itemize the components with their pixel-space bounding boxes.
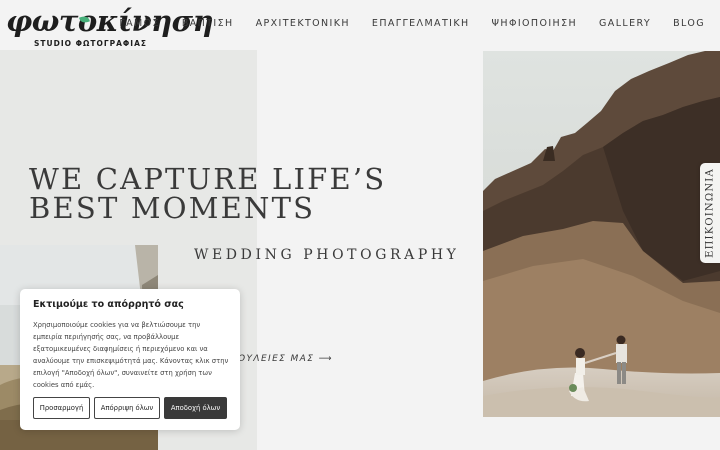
cookie-title: Εκτιμούμε το απόρρητό σας (33, 299, 184, 310)
hero-title-line-2: BEST MOMENTS (29, 191, 316, 225)
cookie-text: Χρησιμοποιούμε cookies για να βελτιώσουμ… (33, 321, 229, 389)
nav-item-psifiopoiisi[interactable]: ΨΗΦΙΟΠΟΙΗΣΗ (492, 18, 578, 29)
main-nav: ΓΑΜΟΣ ΒΑΠΤΙΣΗ ΑΡΧΙΤΕΚΤΟΝΙΚΗ ΕΠΑΓΓΕΛΜΑΤΙΚ… (97, 18, 705, 29)
cookie-customize-button[interactable]: Προσαρμογή (33, 397, 90, 419)
nav-item-gamos[interactable]: ΓΑΜΟΣ (119, 18, 159, 29)
logo-subtitle: STUDIO ΦΩΤΟΓΡΑΦΙΑΣ (34, 39, 148, 48)
hero-subtitle: WEDDING PHOTOGRAPHY (194, 247, 460, 263)
contact-tab[interactable]: ΕΠΙΚΟΙΝΩΝΙΑ (700, 163, 720, 263)
nav-item-blog[interactable]: BLOG (673, 18, 705, 29)
cookie-buttons: Προσαρμογή Απόρριψη όλων Αποδοχή όλων (33, 397, 227, 419)
hero-title-line-1: WE CAPTURE LIFE’S (29, 162, 387, 196)
nav-item-vaptisi[interactable]: ΒΑΠΤΙΣΗ (182, 18, 234, 29)
cookie-accept-button[interactable]: Αποδοχή όλων (164, 397, 227, 419)
cookie-consent-dialog: Εκτιμούμε το απόρρητό σας Χρησιμοποιούμε… (20, 289, 240, 430)
contact-tab-label: ΕΠΙΚΟΙΝΩΝΙΑ (704, 168, 716, 258)
hero-photo-right (483, 51, 720, 417)
nav-item-gallery[interactable]: GALLERY (599, 18, 651, 29)
hero-title: WE CAPTURE LIFE’S BEST MOMENTS (29, 165, 386, 223)
nav-item-architektoniki[interactable]: ΑΡΧΙΤΕΚΤΟΝΙΚΗ (256, 18, 350, 29)
nav-item-epaggelmatiki[interactable]: ΕΠΑΓΓΕΛΜΑΤΙΚΗ (372, 18, 470, 29)
cookie-reject-button[interactable]: Απόρριψη όλων (94, 397, 160, 419)
our-work-link[interactable]: ΟΥΛΕΙΕΣ ΜΑΣ ⟶ (238, 354, 333, 364)
